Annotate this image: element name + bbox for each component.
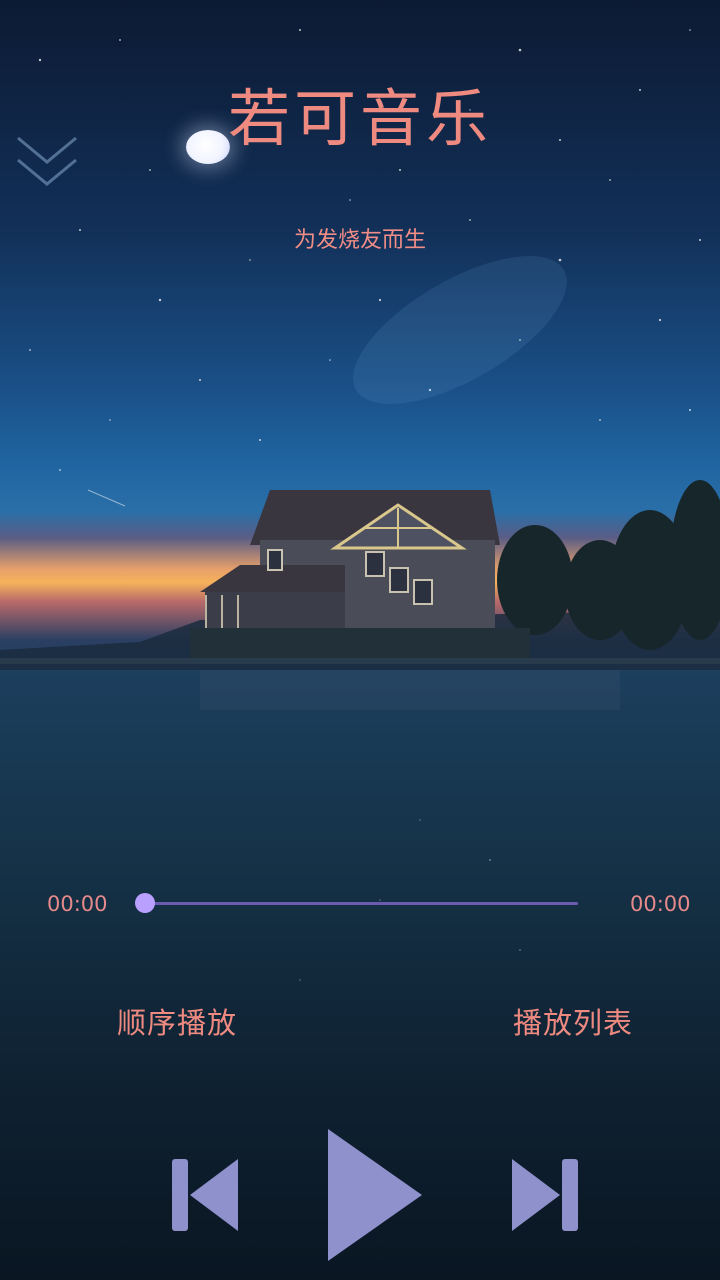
skip-next-icon	[512, 1159, 578, 1231]
seek-bar-thumb[interactable]	[135, 893, 155, 913]
playlist-button[interactable]: 播放列表	[513, 1000, 633, 1042]
player-screen: 若可音乐 为发烧友而生 00:00 00:00 顺序播放 播放列表	[0, 0, 720, 1280]
previous-track-button[interactable]	[170, 1155, 242, 1235]
seek-bar-track[interactable]	[145, 902, 578, 905]
progress-row: 00:00 00:00	[0, 888, 720, 922]
play-button[interactable]	[322, 1125, 426, 1265]
next-track-button[interactable]	[508, 1155, 580, 1235]
app-subtitle: 为发烧友而生	[293, 228, 426, 253]
play-mode-button[interactable]: 顺序播放	[117, 1000, 237, 1042]
lake-house-illustration	[0, 480, 720, 710]
current-time: 00:00	[47, 892, 108, 916]
play-icon	[328, 1129, 422, 1261]
skip-previous-icon	[172, 1159, 238, 1231]
total-duration: 00:00	[630, 892, 691, 916]
app-title: 若可音乐	[227, 82, 492, 155]
